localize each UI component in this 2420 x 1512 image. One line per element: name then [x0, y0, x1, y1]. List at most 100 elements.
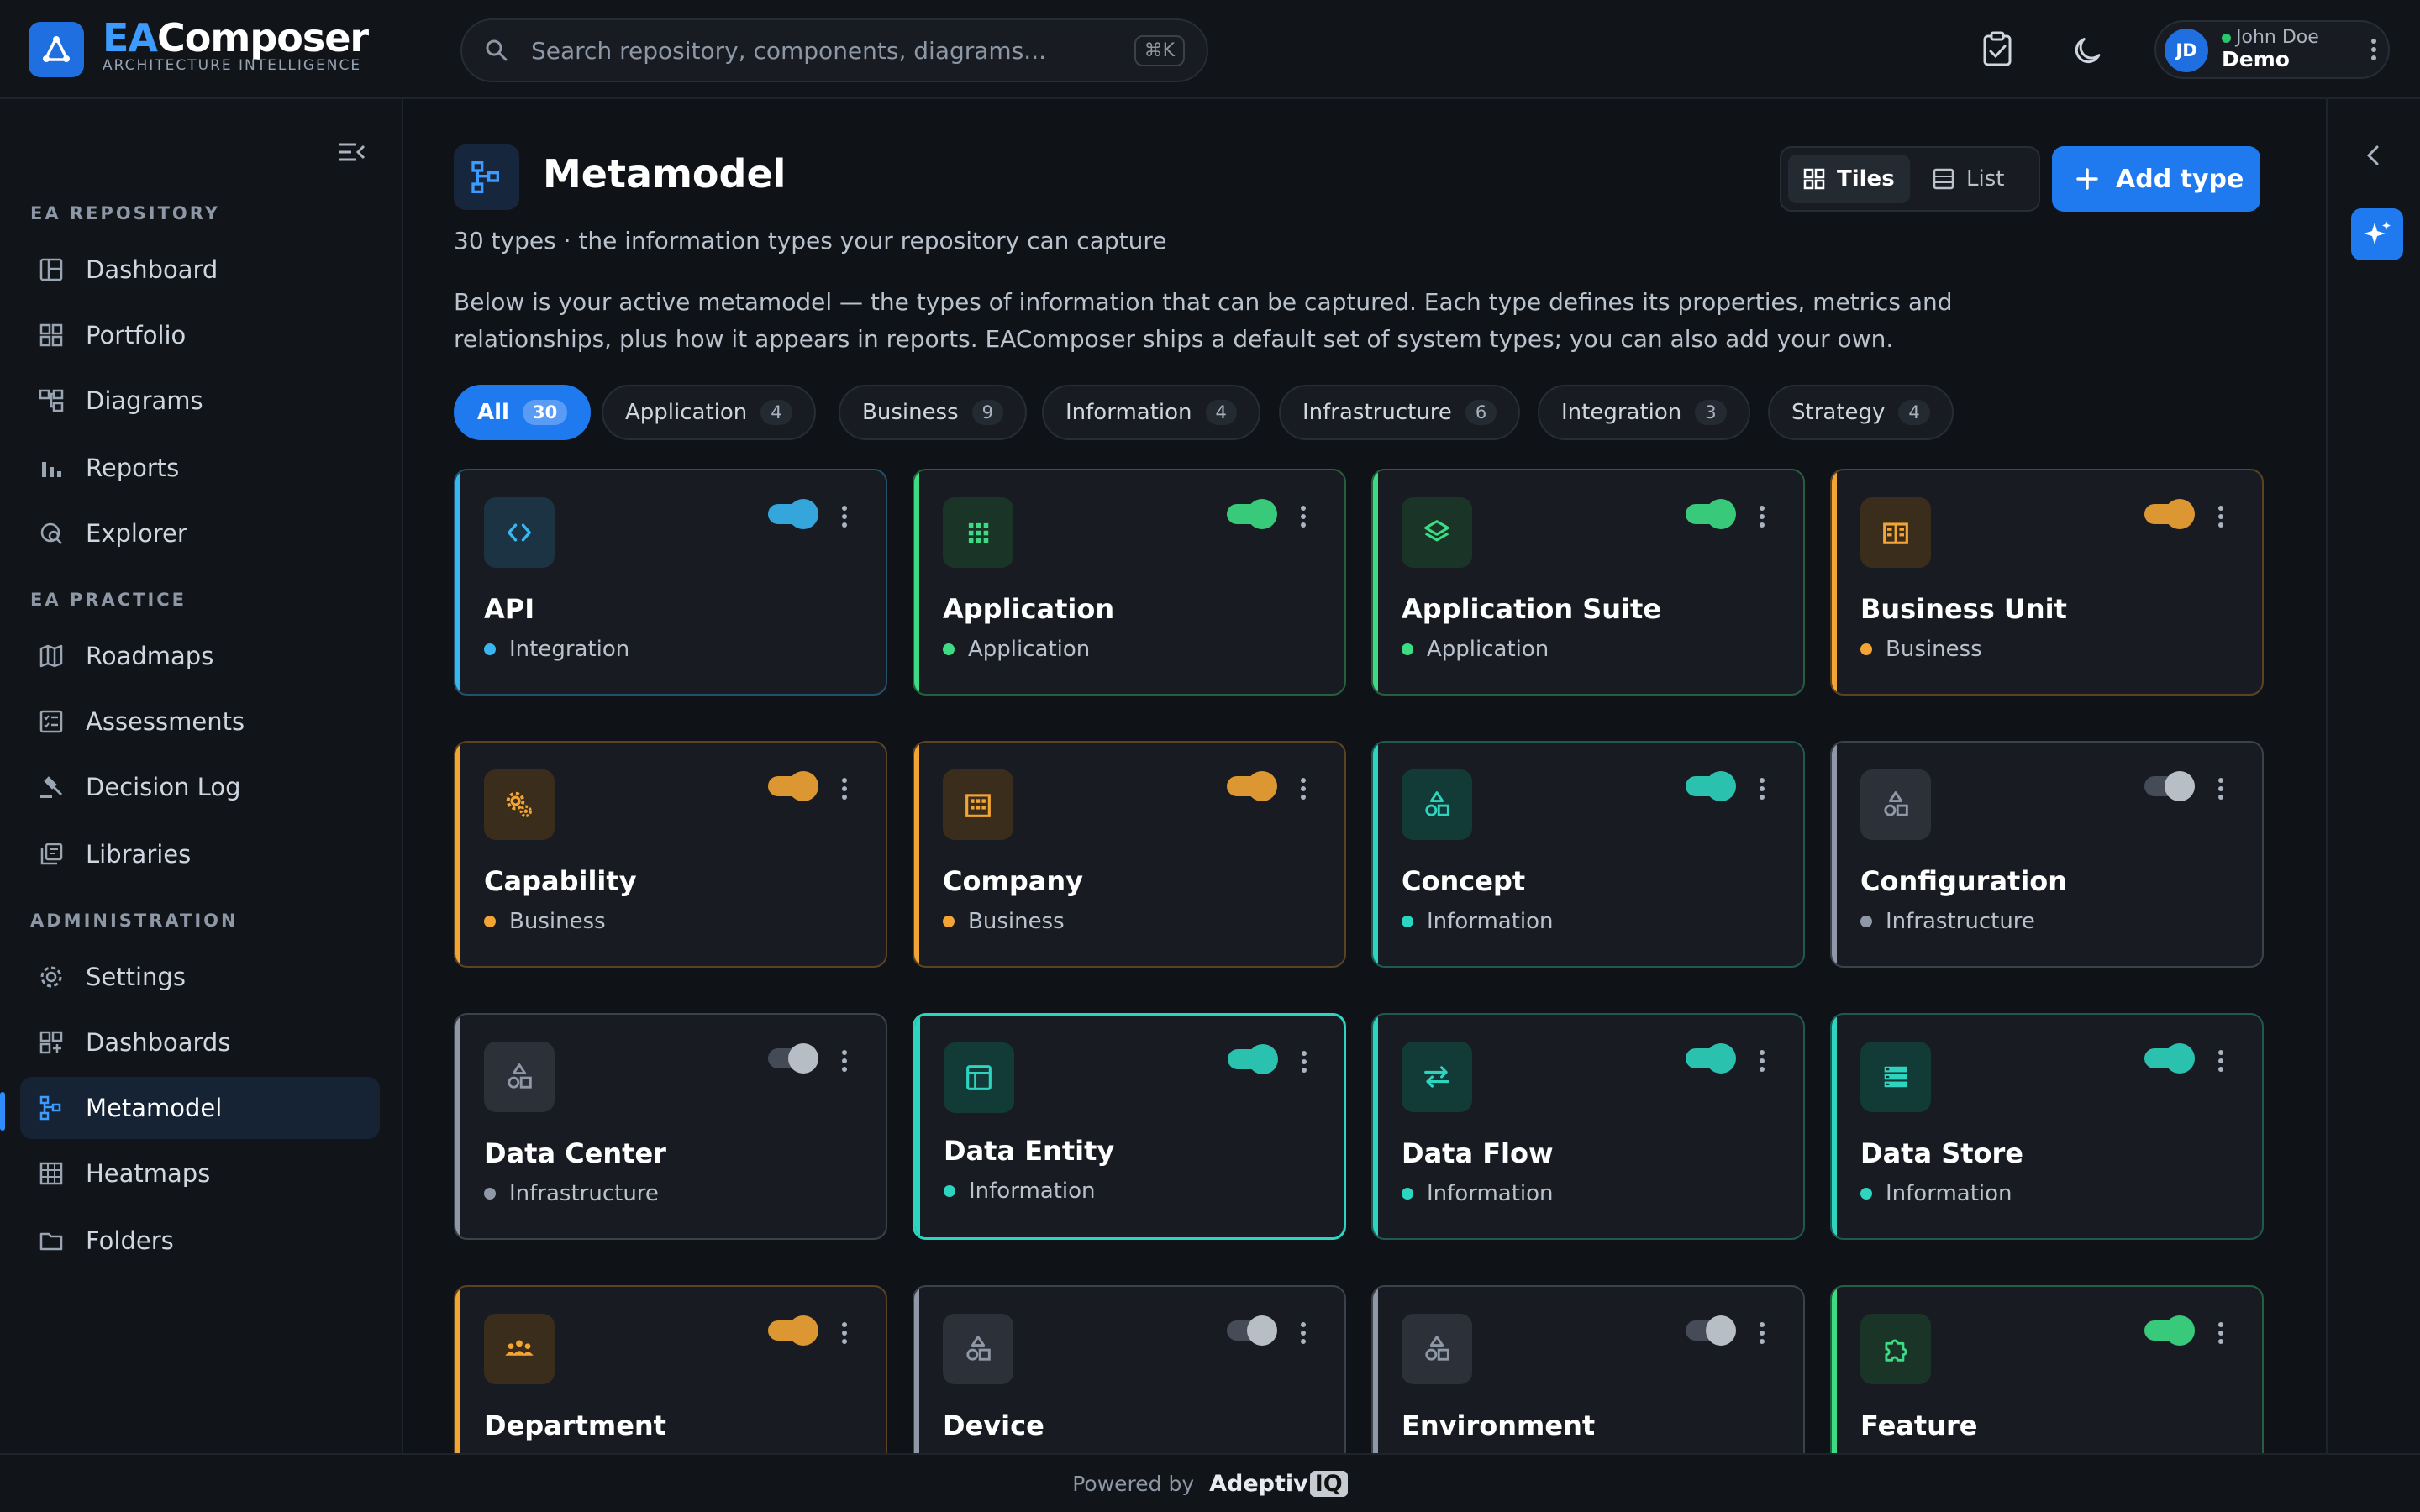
more-options-icon[interactable]	[1299, 504, 1307, 533]
enabled-toggle[interactable]	[768, 771, 818, 801]
user-menu[interactable]: JD John Doe Demo	[2154, 20, 2390, 79]
filter-chip-business[interactable]: Business 9	[839, 385, 1028, 440]
sidebar-item-libraries[interactable]: Libraries	[20, 823, 380, 885]
enabled-toggle[interactable]	[1228, 1044, 1278, 1074]
enabled-toggle[interactable]	[1227, 771, 1277, 801]
more-options-icon[interactable]	[2217, 1320, 2225, 1349]
more-options-icon[interactable]	[1758, 1320, 1766, 1349]
search-input[interactable]: Search repository, components, diagrams.…	[460, 18, 1208, 82]
sidebar-item-diagrams[interactable]: Diagrams	[20, 370, 380, 432]
type-card-data-flow[interactable]: Data Flow Information	[1371, 1013, 1805, 1240]
dark-mode-moon-icon[interactable]	[2064, 24, 2116, 76]
user-more-icon[interactable]	[2370, 37, 2378, 66]
sidebar-item-metamodel[interactable]: Metamodel	[20, 1077, 380, 1139]
shapes-icon	[943, 1314, 1013, 1384]
sidebar-item-dashboard[interactable]: Dashboard	[20, 239, 380, 301]
type-name: Device	[943, 1410, 1044, 1441]
toggle-knob	[1247, 1315, 1277, 1346]
enabled-toggle[interactable]	[1686, 1043, 1736, 1074]
enabled-toggle[interactable]	[2144, 1043, 2195, 1074]
more-options-icon[interactable]	[840, 1048, 849, 1077]
sidebar-item-label: Heatmaps	[86, 1159, 211, 1188]
category-dot	[1860, 916, 1872, 927]
more-options-icon[interactable]	[1300, 1049, 1308, 1078]
user-role: Demo	[2222, 47, 2290, 71]
type-card-business-unit[interactable]: Business Unit Business	[1830, 469, 2264, 696]
type-category: Infrastructure	[1860, 909, 2035, 934]
more-options-icon[interactable]	[1758, 504, 1766, 533]
type-card-application-suite[interactable]: Application Suite Application	[1371, 469, 1805, 696]
sidebar-item-explorer[interactable]: Explorer	[20, 502, 380, 564]
view-list-button[interactable]: List	[1918, 155, 2019, 203]
more-options-icon[interactable]	[1299, 776, 1307, 805]
sidebar-item-folders[interactable]: Folders	[20, 1210, 380, 1272]
tasks-clipboard-icon[interactable]	[1971, 24, 2023, 76]
enabled-toggle[interactable]	[2144, 499, 2195, 529]
apps-grid-icon	[943, 497, 1013, 568]
type-card-company[interactable]: Company Business	[913, 741, 1346, 968]
type-card-api[interactable]: API Integration	[454, 469, 887, 696]
sidebar-item-decision-log[interactable]: Decision Log	[20, 756, 380, 818]
type-card-data-center[interactable]: Data Center Infrastructure	[454, 1013, 887, 1240]
sidebar-item-roadmaps[interactable]: Roadmaps	[20, 625, 380, 687]
chevron-left-icon[interactable]	[2363, 143, 2383, 171]
sidebar-item-reports[interactable]: Reports	[20, 437, 380, 499]
page-subtitle: 30 types · the information types your re…	[454, 227, 1167, 255]
type-card-capability[interactable]: Capability Business	[454, 741, 887, 968]
ai-sparkle-icon[interactable]	[2351, 208, 2403, 260]
enabled-toggle[interactable]	[2144, 1315, 2195, 1346]
type-card-application[interactable]: Application Application	[913, 469, 1346, 696]
filter-chip-strategy[interactable]: Strategy 4	[1768, 385, 1954, 440]
sidebar-item-label: Decision Log	[86, 773, 241, 801]
toggle-knob	[788, 499, 818, 529]
filter-chip-all[interactable]: All 30	[454, 385, 592, 440]
more-options-icon[interactable]	[1299, 1320, 1307, 1349]
type-category: Integration	[484, 637, 629, 662]
filter-chip-application[interactable]: Application 4	[602, 385, 816, 440]
enabled-toggle[interactable]	[2144, 771, 2195, 801]
gavel-icon	[40, 776, 63, 798]
plus-icon	[2076, 168, 2098, 190]
enabled-toggle[interactable]	[768, 1043, 818, 1074]
more-options-icon[interactable]	[2217, 1048, 2225, 1077]
collapse-sidebar-icon[interactable]	[336, 139, 366, 168]
sidebar-item-assessments[interactable]: Assessments	[20, 690, 380, 753]
enabled-toggle[interactable]	[1686, 771, 1736, 801]
view-tiles-button[interactable]: Tiles	[1788, 155, 1910, 203]
sidebar-item-heatmaps[interactable]: Heatmaps	[20, 1142, 380, 1205]
more-options-icon[interactable]	[840, 1320, 849, 1349]
enabled-toggle[interactable]	[768, 499, 818, 529]
enabled-toggle[interactable]	[1227, 1315, 1277, 1346]
app-logo-icon[interactable]	[29, 22, 84, 77]
user-name: John Doe	[2222, 27, 2319, 48]
filter-chip-infrastructure[interactable]: Infrastructure 6	[1279, 385, 1521, 440]
type-card-concept[interactable]: Concept Information	[1371, 741, 1805, 968]
enabled-toggle[interactable]	[1686, 1315, 1736, 1346]
filter-chip-information[interactable]: Information 4	[1042, 385, 1260, 440]
footer: Powered by Adeptiv IQ	[0, 1453, 2420, 1512]
enabled-toggle[interactable]	[1686, 499, 1736, 529]
more-options-icon[interactable]	[1758, 1048, 1766, 1077]
more-options-icon[interactable]	[2217, 504, 2225, 533]
sidebar-item-portfolio[interactable]: Portfolio	[20, 304, 380, 366]
sidebar-item-settings[interactable]: Settings	[20, 946, 380, 1008]
card-accent-bar	[915, 1016, 920, 1237]
more-options-icon[interactable]	[1758, 776, 1766, 805]
enabled-toggle[interactable]	[768, 1315, 818, 1346]
more-options-icon[interactable]	[2217, 776, 2225, 805]
sidebar-item-label: Reports	[86, 454, 180, 482]
sidebar-item-dashboards[interactable]: Dashboards	[20, 1011, 380, 1074]
type-card-data-entity[interactable]: Data Entity Information	[913, 1013, 1346, 1240]
more-options-icon[interactable]	[840, 504, 849, 533]
avatar: JD	[2165, 29, 2208, 72]
enabled-toggle[interactable]	[1227, 499, 1277, 529]
filter-chip-integration[interactable]: Integration 3	[1538, 385, 1750, 440]
type-card-configuration[interactable]: Configuration Infrastructure	[1830, 741, 2264, 968]
type-category: Application	[1402, 637, 1549, 662]
type-category: Application	[943, 637, 1090, 662]
type-card-data-store[interactable]: Data Store Information	[1830, 1013, 2264, 1240]
toggle-knob	[2165, 771, 2195, 801]
more-options-icon[interactable]	[840, 776, 849, 805]
add-type-button[interactable]: Add type	[2052, 146, 2260, 212]
team-icon	[484, 1314, 555, 1384]
